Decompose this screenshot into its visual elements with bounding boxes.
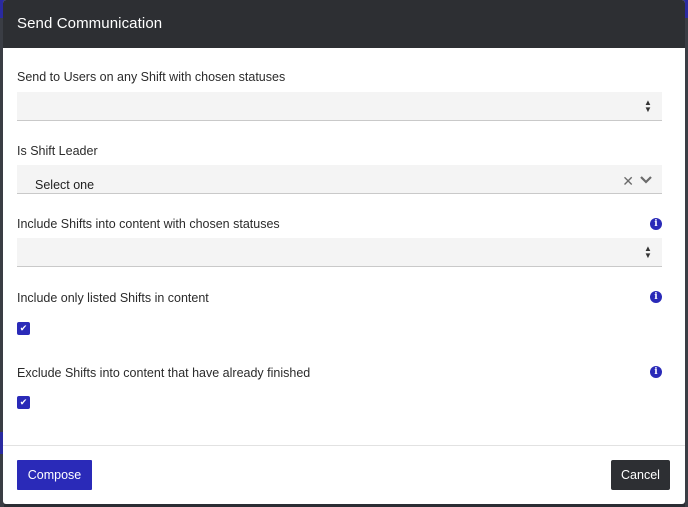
exclude-finished-checkbox[interactable]: ✔ <box>17 396 30 409</box>
only-listed-checkbox[interactable]: ✔ <box>17 322 30 335</box>
only-listed-label: Include only listed Shifts in content <box>17 291 209 305</box>
exclude-finished-label: Exclude Shifts into content that have al… <box>17 366 311 380</box>
cancel-button[interactable]: Cancel <box>611 460 670 490</box>
sort-icon: ▲ ▼ <box>644 98 652 114</box>
modal-title: Send Communication <box>17 15 163 32</box>
shift-leader-label: Is Shift Leader <box>17 144 98 158</box>
users-statuses-select[interactable]: ▲ ▼ <box>17 92 662 121</box>
compose-button[interactable]: Compose <box>17 460 92 490</box>
check-icon: ✔ <box>19 397 28 407</box>
check-icon: ✔ <box>19 323 28 333</box>
shift-leader-select[interactable]: Select one ✕ <box>17 165 662 194</box>
users-statuses-label: Send to Users on any Shift with chosen s… <box>17 70 286 84</box>
content-statuses-label: Include Shifts into content with chosen … <box>17 217 280 231</box>
send-communication-modal: Send Communication Send to Users on any … <box>3 0 685 504</box>
info-icon[interactable]: i <box>650 218 662 230</box>
modal-header: Send Communication <box>3 0 685 48</box>
clear-icon[interactable]: ✕ <box>622 173 634 190</box>
shift-leader-value: Select one <box>35 178 95 192</box>
sort-icon: ▲ ▼ <box>644 244 652 260</box>
info-icon[interactable]: i <box>650 291 662 303</box>
modal-footer: Compose Cancel <box>3 445 685 504</box>
modal-body: Send to Users on any Shift with chosen s… <box>3 48 685 445</box>
info-icon[interactable]: i <box>650 366 662 378</box>
chevron-down-icon[interactable] <box>639 173 653 185</box>
content-statuses-select[interactable]: ▲ ▼ <box>17 238 662 267</box>
